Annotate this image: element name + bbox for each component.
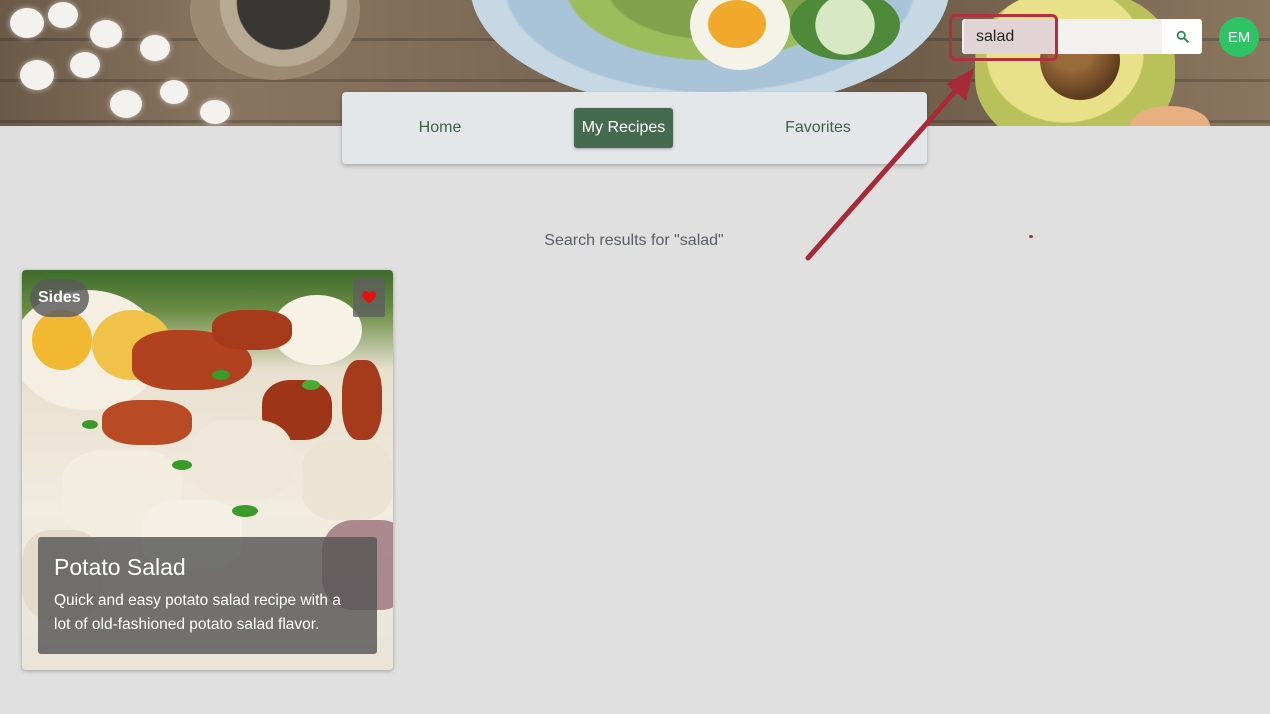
nav-my-recipes[interactable]: My Recipes	[574, 108, 673, 148]
search-button[interactable]	[1162, 19, 1202, 54]
search-bar	[962, 19, 1202, 54]
blossom-decoration	[110, 90, 142, 118]
blossom-decoration	[20, 60, 54, 90]
avatar-initials: EM	[1227, 28, 1251, 46]
favorite-button[interactable]	[353, 278, 385, 317]
egg-yolk-decoration	[708, 0, 766, 48]
annotation-dot	[1029, 235, 1033, 238]
blossom-decoration	[10, 8, 44, 38]
blossom-decoration	[200, 100, 230, 124]
blossom-decoration	[90, 20, 122, 48]
blossom-decoration	[140, 35, 170, 61]
nav-home[interactable]: Home	[400, 108, 480, 148]
search-input[interactable]	[964, 19, 1056, 54]
results-heading: Search results for "salad"	[544, 232, 724, 249]
recipe-caption: Potato Salad Quick and easy potato salad…	[38, 537, 377, 654]
recipe-card[interactable]: Sides Potato Salad Quick and easy potato…	[22, 270, 393, 670]
avatar[interactable]: EM	[1219, 17, 1259, 57]
blossom-decoration	[160, 80, 188, 104]
category-badge: Sides	[30, 279, 89, 317]
recipe-description: Quick and easy potato salad recipe with …	[54, 592, 341, 633]
blossom-decoration	[48, 2, 78, 28]
main-nav: Home My Recipes Favorites	[342, 92, 927, 164]
nav-favorites[interactable]: Favorites	[772, 108, 864, 148]
blossom-decoration	[70, 52, 100, 78]
recipe-title: Potato Salad	[54, 554, 186, 580]
heart-icon	[362, 291, 376, 304]
search-icon	[1176, 30, 1189, 43]
